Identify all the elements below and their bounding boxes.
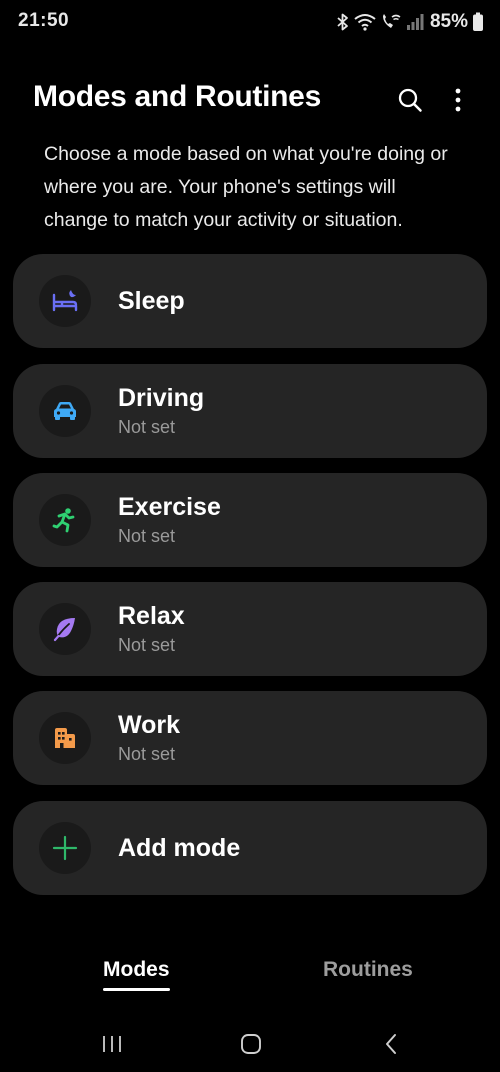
- status-time: 21:50: [18, 10, 70, 31]
- mode-icon-container: [39, 822, 91, 874]
- bluetooth-icon: [336, 13, 350, 31]
- mode-card-work[interactable]: Work Not set: [13, 691, 487, 785]
- bottom-tab-bar: Modes Routines: [0, 950, 500, 1000]
- mode-card-driving[interactable]: Driving Not set: [13, 364, 487, 458]
- mode-status: Not set: [118, 526, 176, 546]
- home-icon: [241, 1034, 261, 1054]
- tab-modes[interactable]: Modes: [103, 958, 170, 991]
- mode-icon-container: [39, 275, 91, 327]
- status-bar: 21:50 85%: [0, 0, 500, 44]
- building-icon: [55, 728, 75, 748]
- recents-button[interactable]: [92, 1026, 132, 1062]
- page-description: Choose a mode based on what you're doing…: [44, 143, 448, 231]
- app-header: Modes and Routines: [0, 78, 500, 122]
- wifi-calling-icon: [380, 13, 402, 31]
- running-icon: [52, 508, 75, 533]
- leaf-icon: [53, 618, 75, 642]
- mode-status: Not set: [118, 417, 176, 437]
- mode-card-relax[interactable]: Relax Not set: [13, 582, 487, 676]
- mode-title: Exercise: [118, 493, 221, 521]
- search-button[interactable]: [392, 82, 428, 118]
- add-mode-label: Add mode: [118, 834, 241, 862]
- mode-status: Not set: [118, 635, 176, 655]
- battery-icon: [472, 12, 484, 32]
- back-icon: [386, 1034, 396, 1054]
- tab-selected-indicator: [103, 988, 170, 991]
- mode-card-exercise[interactable]: Exercise Not set: [13, 473, 487, 567]
- mode-title: Work: [118, 711, 181, 739]
- mode-title: Driving: [118, 384, 205, 412]
- search-icon: [398, 88, 422, 112]
- page-title: Modes and Routines: [33, 80, 321, 113]
- mode-icon-container: [39, 712, 91, 764]
- more-vert-icon: [455, 88, 461, 112]
- battery-percent: 85%: [429, 11, 468, 32]
- recents-icon: [103, 1036, 121, 1052]
- tab-routines[interactable]: Routines: [323, 958, 413, 982]
- mode-card-sleep[interactable]: Sleep: [13, 254, 487, 348]
- more-options-button[interactable]: [440, 82, 476, 118]
- plus-icon: [52, 835, 78, 861]
- tab-label: Modes: [103, 958, 170, 981]
- tab-label: Routines: [323, 958, 413, 981]
- system-nav-bar: [0, 1018, 500, 1072]
- car-icon: [54, 402, 76, 420]
- mode-icon-container: [39, 385, 91, 437]
- mode-title: Relax: [118, 602, 185, 630]
- mode-status: Not set: [118, 744, 176, 764]
- home-button[interactable]: [231, 1026, 271, 1062]
- add-mode-button[interactable]: Add mode: [13, 801, 487, 895]
- mode-icon-container: [39, 494, 91, 546]
- back-button[interactable]: [371, 1026, 411, 1062]
- mode-title: Sleep: [118, 287, 185, 315]
- mode-icon-container: [39, 603, 91, 655]
- signal-icon: [406, 13, 424, 31]
- status-icons: 85%: [336, 10, 484, 34]
- wifi-icon: [354, 13, 376, 31]
- bed-icon: [52, 290, 78, 312]
